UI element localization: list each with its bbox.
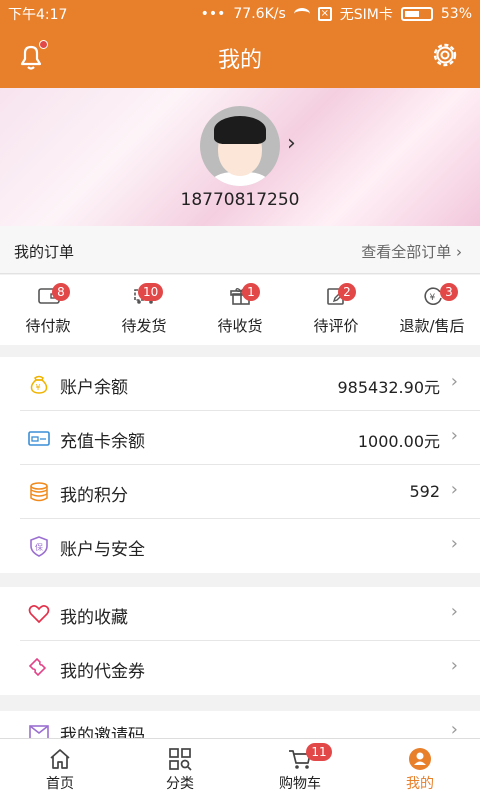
tab-mine[interactable]: 我的 bbox=[360, 739, 480, 800]
tab-label: 我的 bbox=[406, 776, 434, 792]
status-time: 下午4:17 bbox=[8, 7, 68, 23]
order-status-row: 8 待付款 10 待发货 1 待收货 2 待评价 ¥ 3 退款/售后 bbox=[0, 275, 480, 345]
row-label: 我的代金券 bbox=[60, 662, 145, 682]
order-label: 待付款 bbox=[25, 317, 71, 335]
points-row[interactable]: 我的积分 592 › bbox=[20, 465, 480, 519]
chevron-right-icon[interactable]: › bbox=[287, 131, 296, 156]
dots-icon: ••• bbox=[200, 6, 226, 22]
badge: 8 bbox=[52, 283, 70, 301]
sim-status: 无SIM卡 bbox=[339, 7, 393, 23]
favorites-group: 我的收藏 › 我的代金券 › bbox=[0, 587, 480, 695]
card-balance-row[interactable]: 充值卡余额 1000.00元 › bbox=[20, 411, 480, 465]
security-row[interactable]: 保 账户与安全 › bbox=[20, 519, 480, 573]
tab-category[interactable]: 分类 bbox=[120, 739, 240, 800]
svg-text:¥: ¥ bbox=[430, 293, 436, 303]
money-bag-icon: ¥ bbox=[30, 375, 48, 394]
badge: 10 bbox=[138, 283, 164, 301]
svg-text:保: 保 bbox=[35, 542, 43, 552]
row-label: 账户与安全 bbox=[60, 540, 145, 560]
tab-label: 分类 bbox=[166, 776, 194, 792]
row-label: 我的邀请码 bbox=[60, 726, 145, 738]
invite-code-row[interactable]: 我的邀请码 › bbox=[20, 711, 480, 738]
tab-cart[interactable]: 11 购物车 bbox=[240, 739, 360, 800]
chevron-right-icon: › bbox=[450, 719, 458, 738]
account-group: ¥ 账户余额 985432.90元 › 充值卡余额 1000.00元 › 我的积… bbox=[0, 357, 480, 573]
order-pending-review[interactable]: 2 待评价 bbox=[288, 275, 384, 345]
chevron-right-icon: › bbox=[450, 655, 458, 676]
points-value: 592 bbox=[409, 482, 440, 501]
chevron-right-icon: › bbox=[450, 425, 458, 446]
order-refund[interactable]: ¥ 3 退款/售后 bbox=[384, 275, 480, 345]
order-pending-payment[interactable]: 8 待付款 bbox=[0, 275, 96, 345]
badge: 2 bbox=[338, 283, 356, 301]
account-balance-row[interactable]: ¥ 账户余额 985432.90元 › bbox=[20, 357, 480, 411]
voucher-row[interactable]: 我的代金券 › bbox=[20, 641, 480, 695]
invite-group: 我的邀请码 › bbox=[0, 711, 480, 738]
tab-label: 购物车 bbox=[279, 776, 321, 792]
wifi-icon bbox=[293, 8, 310, 20]
order-pending-receipt[interactable]: 1 待收货 bbox=[192, 275, 288, 345]
ticket-icon bbox=[28, 657, 47, 677]
status-bar: 下午4:17 ••• 77.6K/s × 无SIM卡 53% bbox=[0, 0, 480, 26]
gear-icon[interactable] bbox=[430, 40, 460, 70]
orders-header[interactable]: 我的订单 查看全部订单 › bbox=[0, 226, 480, 274]
cart-badge: 11 bbox=[306, 743, 332, 761]
user-phone: 18770817250 bbox=[180, 190, 300, 210]
orders-label: 我的订单 bbox=[14, 243, 75, 261]
order-label: 待评价 bbox=[313, 317, 359, 335]
svg-text:¥: ¥ bbox=[36, 383, 41, 392]
battery-level: 53% bbox=[440, 6, 472, 22]
collection-row[interactable]: 我的收藏 › bbox=[20, 587, 480, 641]
heart-icon bbox=[28, 605, 50, 624]
order-pending-shipment[interactable]: 10 待发货 bbox=[96, 275, 192, 345]
envelope-icon bbox=[29, 725, 49, 738]
order-label: 退款/售后 bbox=[399, 317, 465, 335]
no-sim-icon: × bbox=[317, 7, 332, 21]
row-label: 我的积分 bbox=[60, 486, 128, 506]
row-label: 账户余额 bbox=[60, 378, 128, 398]
balance-value: 985432.90元 bbox=[337, 378, 440, 397]
view-all-label: 查看全部订单 bbox=[361, 243, 452, 261]
card-balance-value: 1000.00元 bbox=[357, 432, 440, 451]
view-all-orders[interactable]: 查看全部订单 › bbox=[361, 241, 462, 262]
bottom-nav: 首页 分类 11 购物车 我的 bbox=[0, 738, 480, 800]
row-label: 我的收藏 bbox=[60, 608, 128, 628]
coins-icon bbox=[30, 482, 48, 502]
shield-icon: 保 bbox=[30, 536, 48, 557]
card-icon bbox=[28, 431, 50, 446]
chevron-right-icon: › bbox=[450, 601, 458, 622]
grid-icon bbox=[169, 748, 192, 771]
page-title: 我的 bbox=[217, 48, 262, 73]
chevron-right-icon: › bbox=[450, 371, 458, 392]
user-icon bbox=[409, 748, 431, 770]
status-right: ••• 77.6K/s × 无SIM卡 53% bbox=[201, 4, 472, 24]
avatar-hair bbox=[214, 116, 266, 144]
tab-home[interactable]: 首页 bbox=[0, 739, 120, 800]
row-label: 充值卡余额 bbox=[60, 432, 145, 452]
avatar[interactable] bbox=[200, 106, 280, 186]
battery-icon bbox=[400, 7, 433, 21]
order-label: 待发货 bbox=[121, 317, 167, 335]
badge: 3 bbox=[440, 283, 458, 301]
home-icon bbox=[50, 749, 70, 769]
order-label: 待收货 bbox=[217, 317, 263, 335]
network-speed: 77.6K/s bbox=[233, 6, 286, 22]
app-header: 我的 bbox=[0, 26, 480, 88]
chevron-right-icon: › bbox=[450, 479, 458, 500]
profile-banner: › 18770817250 bbox=[0, 88, 480, 226]
badge: 1 bbox=[242, 283, 260, 301]
chevron-right-icon: › bbox=[450, 533, 458, 554]
tab-label: 首页 bbox=[46, 776, 74, 792]
